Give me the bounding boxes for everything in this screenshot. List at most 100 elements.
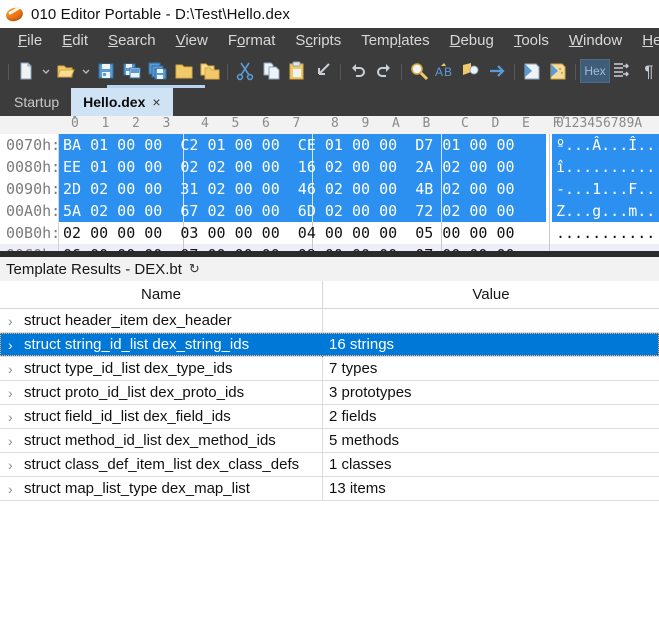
table-row[interactable]: › struct string_id_list dex_string_ids 16 … <box>0 333 659 357</box>
redo-icon[interactable] <box>371 57 397 85</box>
tab-close-icon[interactable]: × <box>152 94 160 110</box>
copy-icon[interactable] <box>258 57 284 85</box>
table-row[interactable]: › struct proto_id_list dex_proto_ids 3 pro… <box>0 381 659 405</box>
hex-row-bytes[interactable]: 02 00 00 00 03 00 00 00 04 00 00 00 05 0… <box>63 222 515 244</box>
expand-chevron-icon[interactable]: › <box>8 477 13 501</box>
hex-row-bytes[interactable]: 2D 02 00 00 31 02 00 00 46 02 00 00 4B 0… <box>63 178 515 200</box>
menu-item-edit[interactable]: Edit <box>52 28 98 54</box>
toolbar-separator <box>223 62 232 80</box>
goto-icon[interactable] <box>484 57 510 85</box>
hex-editor-pane[interactable]: ▾ 0123456789ABCDEF ▾ 0123456789A 0070h: B… <box>0 116 659 251</box>
row-value: 1 classes <box>329 456 392 473</box>
table-row[interactable]: › struct type_id_list dex_type_ids 7 types <box>0 357 659 381</box>
empty-area <box>0 501 659 634</box>
new-file-dropdown-icon[interactable] <box>39 57 53 85</box>
hex-row[interactable]: 00C0h:06 00 00 00 07 00 00 00 09 00 00 0… <box>0 244 659 251</box>
row-name: struct field_id_list dex_field_ids <box>24 408 231 425</box>
hex-column-label: 9 <box>361 116 370 131</box>
hex-column-label: 2 <box>132 116 140 131</box>
hex-row-ascii[interactable]: î.......... <box>556 156 655 178</box>
import-icon[interactable] <box>310 57 336 85</box>
expand-chevron-icon[interactable]: › <box>8 453 13 477</box>
hex-column-label: 5 <box>231 116 240 131</box>
hex-row[interactable]: 00B0h: 02 00 00 00 03 00 00 00 04 00 00 0… <box>0 222 659 244</box>
save-as-icon[interactable] <box>119 57 145 85</box>
expand-chevron-icon[interactable]: › <box>8 429 13 453</box>
menu-item-scripts[interactable]: Scripts <box>285 28 351 54</box>
save-all-icon[interactable] <box>145 57 171 85</box>
hex-rows-container[interactable]: 0070h: BA 01 00 00 C2 01 00 00 CE 01 00 0… <box>0 134 659 251</box>
cut-icon[interactable] <box>232 57 258 85</box>
hex-row-bytes[interactable]: EE 01 00 00 02 02 00 00 16 02 00 00 2A 0… <box>63 156 515 178</box>
menu-item-file[interactable]: File <box>8 28 52 54</box>
row-name: struct header_item dex_header <box>24 312 232 329</box>
table-column-header[interactable]: Name Value <box>0 281 659 309</box>
new-file-icon[interactable] <box>13 57 39 85</box>
hex-row-bytes[interactable]: 06 00 00 00 07 00 00 00 09 00 00 00 07 0… <box>63 244 515 251</box>
hex-row-ascii[interactable]: Z...g...m.. <box>556 200 655 222</box>
hex-row-bytes[interactable]: BA 01 00 00 C2 01 00 00 CE 01 00 00 D7 0… <box>63 134 515 156</box>
menu-item-format[interactable]: Format <box>218 28 286 54</box>
title-bar: 010 Editor Portable - D:\Test\Hello.dex <box>0 0 659 28</box>
run-template-icon[interactable] <box>545 57 571 85</box>
column-mode-icon[interactable] <box>610 57 636 85</box>
hex-row-address: 00A0h: <box>6 202 61 220</box>
hex-row-bytes[interactable]: 5A 02 00 00 67 02 00 00 6D 02 00 00 72 0… <box>63 200 515 222</box>
hex-row[interactable]: 0090h: 2D 02 00 00 31 02 00 00 46 02 00 0… <box>0 178 659 200</box>
show-whitespace-icon[interactable]: ¶ <box>636 57 659 85</box>
paste-icon[interactable] <box>284 57 310 85</box>
table-row[interactable]: › struct header_item dex_header <box>0 309 659 333</box>
toolbar-separator <box>336 62 345 80</box>
tab-strip[interactable]: Startup Hello.dex × <box>0 88 659 116</box>
table-row[interactable]: › struct method_id_list dex_method_ids 5 m… <box>0 429 659 453</box>
hex-column-label: C <box>461 116 469 131</box>
expand-chevron-icon[interactable]: › <box>8 309 13 333</box>
expand-chevron-icon[interactable]: › <box>8 381 13 405</box>
open-file-dropdown-icon[interactable] <box>79 57 93 85</box>
hex-row[interactable]: 0080h: EE 01 00 00 02 02 00 00 16 02 00 0… <box>0 156 659 178</box>
find-icon[interactable] <box>406 57 432 85</box>
run-script-icon[interactable] <box>519 57 545 85</box>
save-icon[interactable] <box>93 57 119 85</box>
template-results-title: Template Results - DEX.bt <box>6 260 182 278</box>
table-rows-container[interactable]: › struct header_item dex_header › struct st… <box>0 309 659 501</box>
expand-chevron-icon[interactable]: › <box>8 405 13 429</box>
undo-icon[interactable] <box>345 57 371 85</box>
row-value: 3 prototypes <box>329 384 412 401</box>
table-row[interactable]: › struct class_def_item_list dex_class_de… <box>0 453 659 477</box>
hex-row[interactable]: 00A0h: 5A 02 00 00 67 02 00 00 6D 02 00 0… <box>0 200 659 222</box>
menu-item-help[interactable]: Help <box>632 28 659 54</box>
template-results-table[interactable]: Name Value › struct header_item dex_heade… <box>0 281 659 501</box>
open-multiple-folders-icon[interactable] <box>197 57 223 85</box>
menu-item-search[interactable]: Search <box>98 28 166 54</box>
column-header-value[interactable]: Value <box>323 281 659 308</box>
menu-item-view[interactable]: View <box>166 28 218 54</box>
refresh-icon[interactable]: ↻ <box>189 261 200 277</box>
menu-item-window[interactable]: Window <box>559 28 632 54</box>
menu-item-debug[interactable]: Debug <box>440 28 504 54</box>
hex-column-label: 8 <box>331 116 339 131</box>
menu-item-tools[interactable]: Tools <box>504 28 559 54</box>
hex-row[interactable]: 0070h: BA 01 00 00 C2 01 00 00 CE 01 00 0… <box>0 134 659 156</box>
toolbar[interactable]: A B Hex ¶ <box>0 54 659 88</box>
menu-bar[interactable]: File Edit Search View Format Scripts Templates… <box>0 28 659 54</box>
column-header-name[interactable]: Name <box>0 281 322 308</box>
replace-icon[interactable]: AB <box>432 57 458 85</box>
ascii-column-labels: 0123456789A <box>556 116 643 131</box>
hex-mode-icon[interactable]: Hex <box>580 59 610 83</box>
find-in-files-icon[interactable] <box>458 57 484 85</box>
table-row[interactable]: › struct field_id_list dex_field_ids 2 fie… <box>0 405 659 429</box>
menu-item-templates[interactable]: Templates <box>351 28 439 54</box>
open-folder-icon[interactable] <box>171 57 197 85</box>
tab-startup[interactable]: Startup <box>2 88 71 116</box>
hex-row-address: 0080h: <box>6 158 61 176</box>
row-column-divider <box>322 429 323 453</box>
svg-text:B: B <box>444 65 452 79</box>
table-row[interactable]: › struct map_list_type dex_map_list 13 ite… <box>0 477 659 501</box>
open-file-icon[interactable] <box>53 57 79 85</box>
expand-chevron-icon[interactable]: › <box>8 357 13 381</box>
hex-row-ascii[interactable]: -...1...F.. <box>556 178 655 200</box>
hex-row-ascii[interactable]: ........... <box>556 222 655 244</box>
tab-hello-dex[interactable]: Hello.dex × <box>71 88 173 116</box>
hex-row-ascii[interactable]: º...Â...Î... <box>556 134 659 156</box>
